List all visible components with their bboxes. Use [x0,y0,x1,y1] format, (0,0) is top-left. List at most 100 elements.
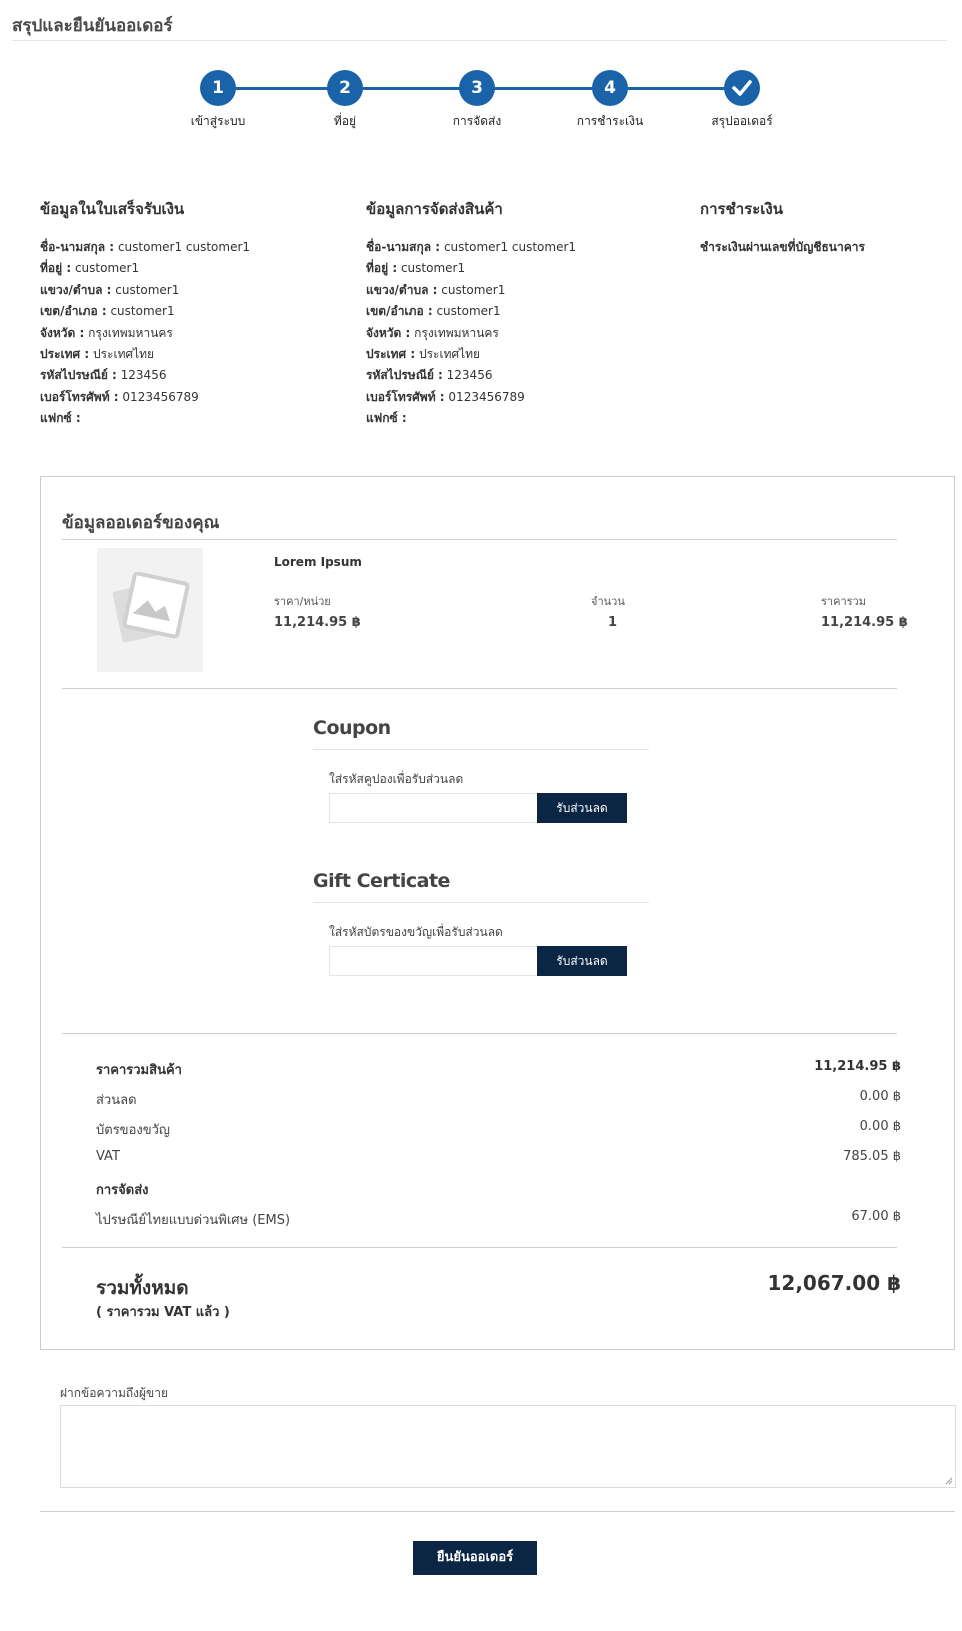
gift-divider [313,902,649,903]
step-3-number: 3 [459,70,495,106]
total-divider [62,1247,897,1248]
coupon-input[interactable] [329,793,539,823]
gift-certificate-title: Gift Certicate [313,870,450,892]
seller-message-textarea[interactable] [60,1405,956,1488]
billing-row-label: ประเทศ : [40,346,90,361]
step-5: สรุปออเดอร์ [682,70,802,131]
resize-grip-icon[interactable] [944,1476,953,1485]
payment-info: การชำระเงิน ชำระเงินผ่านเลขที่บัญชีธนาคา… [700,197,865,258]
subtotal-value: 11,214.95 ฿ [814,1059,901,1074]
billing-row-label: แขวง/ตำบล : [40,282,112,297]
unit-price-value: 11,214.95 ฿ [274,615,361,630]
shipping-row-value: ประเทศไทย [418,346,481,361]
grand-total-label: รวมทั้งหมด [96,1277,189,1299]
shipping-row-value: กรุงเทพมหานคร [414,325,499,340]
shipping-row-label: ชื่อ-นามสกุล : [366,240,441,254]
billing-row-value: 123456 [120,368,167,383]
billing-row-label: เบอร์โทรศัพท์ : [40,389,119,404]
product-image [97,548,203,672]
gift-apply-button[interactable]: รับส่วนลด [537,946,627,976]
billing-row-value: ประเทศไทย [92,346,155,361]
billing-row: แฟกซ์ : [40,408,250,429]
billing-info: ข้อมูลในใบเสร็จรับเงิน ชื่อ-นามสกุล : cu… [40,197,250,430]
line-total-label: ราคารวม [821,595,866,608]
billing-row: ชื่อ-นามสกุล : customer1 customer1 [40,237,250,258]
billing-row: เบอร์โทรศัพท์ : 0123456789 [40,387,250,408]
billing-row-label: ที่อยู่ : [40,261,72,276]
shipping-row: เบอร์โทรศัพท์ : 0123456789 [366,387,576,408]
order-heading: ข้อมูลออเดอร์ของคุณ [62,513,220,533]
shipping-row: เขต/อำเภอ : customer1 [366,301,576,322]
step-1-number: 1 [200,70,236,106]
shipping-row: ประเทศ : ประเทศไทย [366,344,576,365]
shipping-row-label: ที่อยู่ : [366,261,398,276]
billing-row: เขต/อำเภอ : customer1 [40,301,250,322]
discount-label: ส่วนลด [96,1093,137,1108]
billing-row-label: รหัสไปรษณีย์ : [40,368,117,383]
shipping-row-label: เขต/อำเภอ : [366,304,433,319]
shipping-method: ไปรษณีย์ไทยแบบด่วนพิเศษ (EMS) [96,1213,291,1228]
summary-divider [62,1033,897,1034]
page-title: สรุปและยืนยันออเดอร์ [12,16,173,36]
step-3-label: การจัดส่ง [452,114,502,128]
seller-message-label: ฝากข้อความถึงผู้ขาย [60,1386,168,1400]
billing-row-value: กรุงเทพมหานคร [88,325,173,340]
vat-label: VAT [96,1149,120,1164]
product-name: Lorem Ipsum [274,555,362,569]
step-2-number: 2 [327,70,363,106]
step-4-label: การชำระเงิน [576,114,644,128]
checkout-stepper: 1 เข้าสู่ระบบ 2 ที่อยู่ 3 การจัดส่ง 4 กา… [0,70,962,140]
quantity-value: 1 [608,615,618,630]
gift-card-value: 0.00 ฿ [859,1119,901,1134]
gift-certificate-input[interactable] [329,946,539,976]
shipping-row-value: 123456 [446,368,493,383]
image-placeholder-icon [112,572,190,643]
shipping-row-label: แขวง/ตำบล : [366,282,438,297]
billing-row-label: จังหวัด : [40,325,85,340]
coupon-apply-button[interactable]: รับส่วนลด [537,793,627,823]
step-2-label: ที่อยู่ [333,114,357,128]
title-divider [12,40,947,41]
shipping-row-label: จังหวัด : [366,325,411,340]
billing-row-value: customer1 customer1 [117,240,251,254]
shipping-row: รหัสไปรษณีย์ : 123456 [366,365,576,386]
step-1-label: เข้าสู่ระบบ [190,114,246,128]
billing-row: จังหวัด : กรุงเทพมหานคร [40,323,250,344]
step-2[interactable]: 2 ที่อยู่ [285,70,405,131]
shipping-row: ชื่อ-นามสกุล : customer1 customer1 [366,237,576,258]
shipping-row: แขวง/ตำบล : customer1 [366,280,576,301]
confirm-order-button[interactable]: ยืนยันออเดอร์ [413,1541,537,1575]
shipping-row-value: customer1 [400,261,466,276]
order-summary-box: ข้อมูลออเดอร์ของคุณ Lorem Ipsum ราคา/หน่… [40,476,955,1350]
order-heading-divider [62,539,897,540]
shipping-row: แฟกซ์ : [366,408,576,429]
coupon-title: Coupon [313,717,391,739]
payment-method: ชำระเงินผ่านเลขที่บัญชีธนาคาร [700,240,865,254]
billing-row-value: customer1 [74,261,140,276]
billing-row-value: 0123456789 [122,389,199,404]
grand-total-note: ( ราคารวม VAT แล้ว ) [96,1305,230,1320]
step-4-number: 4 [592,70,628,106]
shipping-row: จังหวัด : กรุงเทพมหานคร [366,323,576,344]
billing-row: แขวง/ตำบล : customer1 [40,280,250,301]
step-3[interactable]: 3 การจัดส่ง [417,70,537,131]
payment-heading: การชำระเงิน [700,200,783,218]
billing-row-value: customer1 [110,304,175,319]
shipping-heading: ข้อมูลการจัดส่งสินค้า [366,200,503,218]
shipping-info: ข้อมูลการจัดส่งสินค้า ชื่อ-นามสกุล : cus… [366,197,576,430]
step-4[interactable]: 4 การชำระเงิน [550,70,670,131]
shipping-row-value: customer1 [441,282,506,297]
unit-price-label: ราคา/หน่วย [274,595,331,608]
subtotal-label: ราคารวมสินค้า [96,1063,182,1078]
shipping-row-value: customer1 customer1 [443,240,577,254]
item-divider [62,688,897,689]
billing-row-value: customer1 [115,282,180,297]
grand-total-value: 12,067.00 ฿ [767,1271,902,1295]
step-1[interactable]: 1 เข้าสู่ระบบ [158,70,278,131]
step-5-label: สรุปออเดอร์ [711,114,773,128]
shipping-row-label: ประเทศ : [366,346,416,361]
billing-row: ประเทศ : ประเทศไทย [40,344,250,365]
shipping-row-value: customer1 [436,304,501,319]
gift-label: ใส่รหัสบัตรของขวัญเพื่อรับส่วนลด [329,925,503,939]
line-total-value: 11,214.95 ฿ [821,615,908,630]
